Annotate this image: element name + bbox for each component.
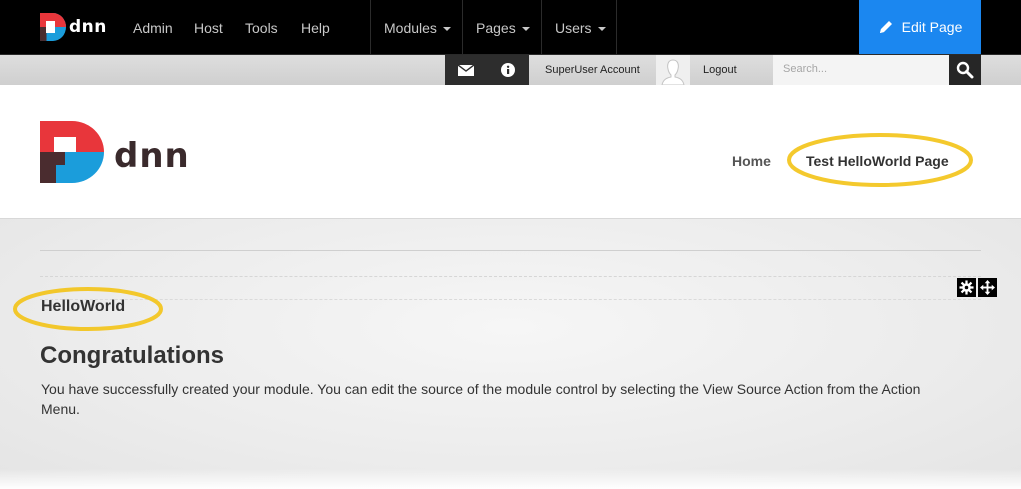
site-header: dnn Home Test HelloWorld Page — [0, 85, 1021, 219]
host-link[interactable]: Host — [194, 0, 223, 54]
module-move-button[interactable] — [978, 278, 997, 297]
site-logo-text: dnn — [114, 136, 190, 176]
content-bottom-fade — [0, 469, 1021, 489]
search-input[interactable] — [773, 55, 943, 83]
module-title: HelloWorld — [41, 298, 126, 315]
pages-menu-label: Pages — [476, 20, 516, 36]
user-account-link[interactable]: SuperUser Account — [545, 55, 640, 85]
module-title-divider — [40, 299, 981, 300]
users-menu-label: Users — [555, 20, 592, 36]
edit-page-label: Edit Page — [901, 19, 963, 35]
notifications-button[interactable] — [487, 55, 529, 85]
pencil-icon — [879, 21, 892, 33]
search-button[interactable] — [949, 55, 981, 85]
search-box — [773, 55, 949, 85]
control-bar-logo[interactable]: dnn — [40, 13, 107, 41]
nav-home[interactable]: Home — [732, 153, 771, 169]
site-logo[interactable]: dnn — [40, 121, 190, 183]
user-bar: SuperUser Account Logout — [0, 55, 1021, 85]
nav-test-helloworld-page[interactable]: Test HelloWorld Page — [806, 153, 949, 169]
modules-menu-label: Modules — [384, 20, 437, 36]
mail-icon — [458, 64, 474, 76]
user-avatar[interactable] — [656, 55, 690, 85]
messages-button[interactable] — [445, 55, 487, 85]
modules-menu[interactable]: Modules — [370, 0, 462, 54]
module-heading: Congratulations — [40, 342, 224, 369]
control-bar-logo-text: dnn — [69, 17, 107, 37]
dnn-logo-icon — [40, 13, 66, 41]
search-icon — [956, 61, 974, 79]
content-pane: HelloWorld Congratulations You have succ… — [0, 219, 1021, 489]
pages-menu[interactable]: Pages — [462, 0, 541, 54]
edit-page-button[interactable]: Edit Page — [859, 0, 981, 54]
logout-link[interactable]: Logout — [703, 55, 737, 85]
chevron-down-icon — [597, 27, 606, 32]
control-bar: dnn Admin Host Tools Help Modules Pages … — [0, 0, 1021, 55]
chevron-down-icon — [442, 27, 451, 32]
move-icon — [980, 280, 995, 295]
content-divider — [40, 250, 981, 251]
admin-link[interactable]: Admin — [133, 0, 173, 54]
module-body-text: You have successfully created your modul… — [41, 381, 921, 417]
module-top-divider — [40, 276, 981, 277]
menu-divider — [616, 0, 617, 54]
users-menu[interactable]: Users — [541, 0, 616, 54]
info-icon — [501, 63, 515, 77]
gear-icon — [959, 280, 974, 295]
help-link[interactable]: Help — [301, 0, 330, 54]
chevron-down-icon — [521, 27, 530, 32]
module-settings-button[interactable] — [957, 278, 976, 297]
module-action-menu — [957, 278, 997, 297]
tools-link[interactable]: Tools — [245, 0, 278, 54]
dnn-logo-icon — [40, 121, 104, 183]
user-silhouette-icon — [661, 59, 685, 85]
